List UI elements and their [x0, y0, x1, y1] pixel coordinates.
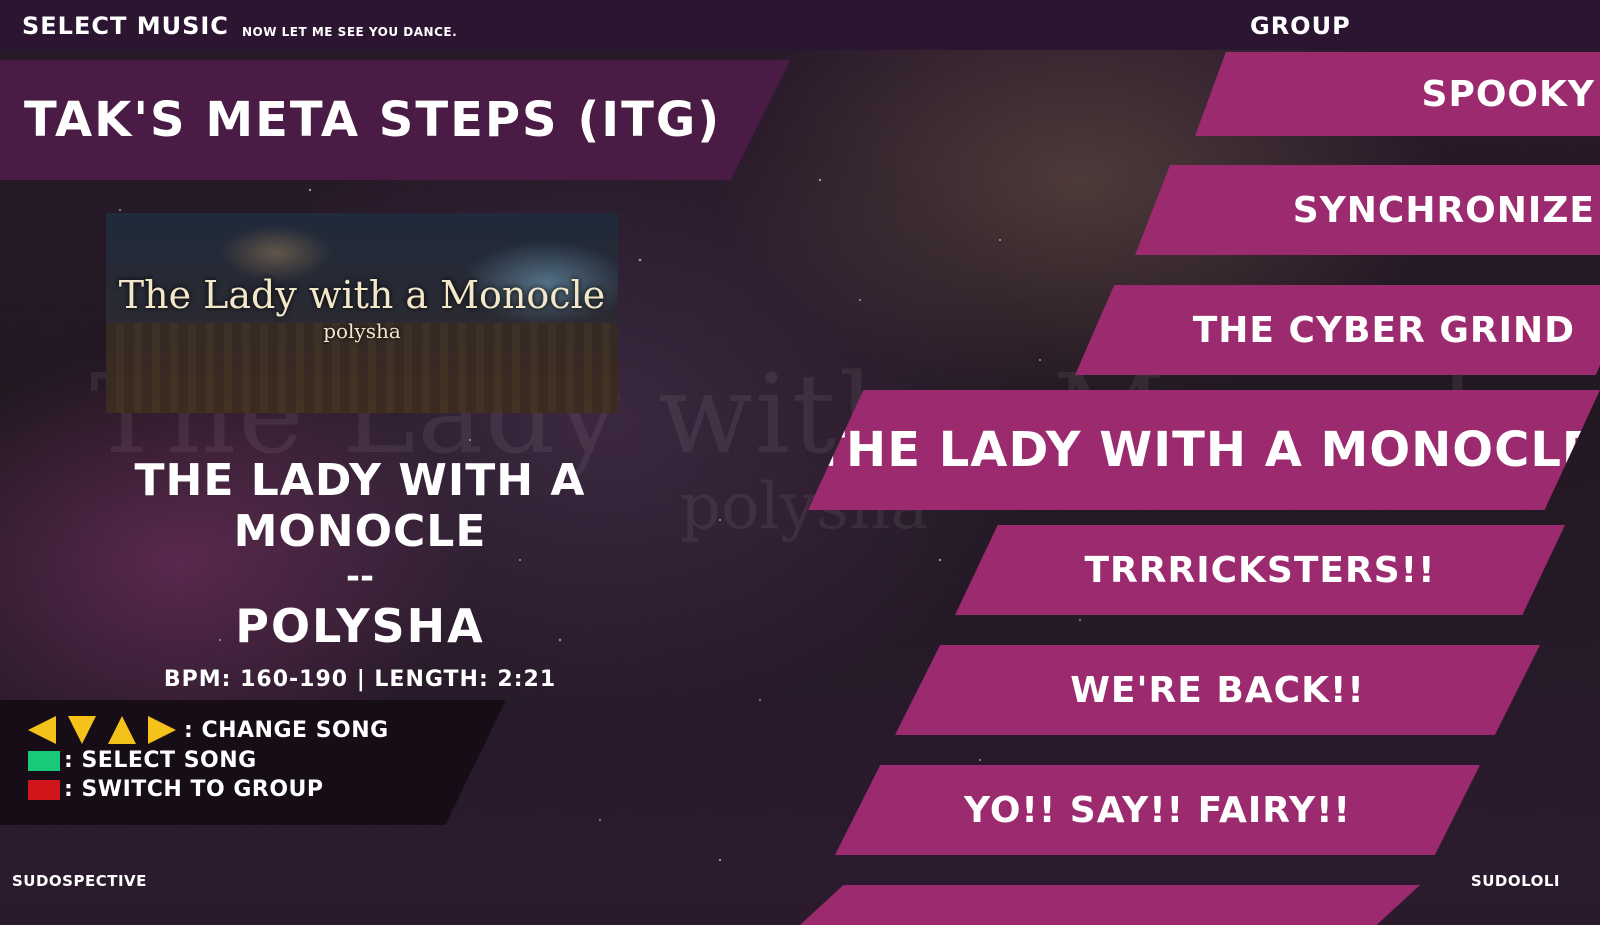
change-song-label: : CHANGE SONG: [184, 717, 389, 743]
song-wheel-item-label: WE'RE BACK!!: [1070, 669, 1365, 711]
song-wheel-item[interactable]: [800, 885, 1420, 925]
group-label: GROUP: [1250, 12, 1351, 40]
song-wheel-item-label: SYNCHRONIZE: [1292, 189, 1595, 231]
title-artist-separator: --: [345, 557, 375, 597]
song-wheel-item-label: SPOOKY: [1421, 73, 1595, 115]
song-title: THE LADY WITH A MONOCLE: [134, 455, 586, 557]
control-row-change-song: : CHANGE SONG: [28, 716, 389, 744]
current-group-name: TAK'S META STEPS (ITG): [24, 92, 722, 148]
screen-subtitle: NOW LET ME SEE YOU DANCE.: [242, 25, 458, 39]
song-banner-image: The Lady with a Monocle polysha: [106, 213, 618, 413]
current-group-banner: TAK'S META STEPS (ITG): [0, 60, 790, 180]
right-arrow-icon: [148, 716, 176, 744]
green-button-icon: [28, 750, 60, 771]
song-wheel-item-label: THE CYBER GRIND: [1192, 309, 1575, 351]
up-arrow-icon: [108, 716, 136, 744]
screen-title: SELECT MUSIC: [22, 12, 229, 40]
footer-credit-right: SUDOLOLI: [1470, 872, 1560, 890]
down-arrow-icon: [68, 716, 96, 744]
top-bar: SELECT MUSIC NOW LET ME SEE YOU DANCE. G…: [0, 0, 1600, 50]
select-song-label: : SELECT SONG: [64, 748, 257, 773]
banner-artist: polysha: [323, 319, 401, 343]
song-wheel-item-label: THE LADY WITH A MONOCLE: [812, 422, 1596, 478]
song-wheel-item-selected[interactable]: THE LADY WITH A MONOCLE: [808, 390, 1600, 510]
switch-group-label: : SWITCH TO GROUP: [64, 777, 324, 802]
controls-help-panel: : CHANGE SONG : SELECT SONG : SWITCH TO …: [0, 700, 506, 825]
control-row-switch-group: : SWITCH TO GROUP: [28, 777, 324, 802]
control-row-select-song: : SELECT SONG: [28, 748, 257, 773]
song-wheel-item[interactable]: SYNCHRONIZE: [1135, 165, 1600, 255]
song-wheel-item-label: TRRRICKSTERS!!: [1084, 549, 1436, 591]
song-meta: BPM: 160-190 | LENGTH: 2:21: [163, 667, 557, 692]
banner-title: The Lady with a Monocle: [118, 273, 606, 317]
song-wheel-item[interactable]: SPOOKY: [1195, 52, 1600, 136]
song-wheel-item[interactable]: YO!! SAY!! FAIRY!!: [835, 765, 1480, 855]
song-wheel-item[interactable]: WE'RE BACK!!: [895, 645, 1540, 735]
red-button-icon: [28, 779, 60, 800]
footer-credit-left: SUDOSPECTIVE: [12, 872, 147, 890]
song-artist: POLYSHA: [235, 599, 485, 653]
song-info-panel: THE LADY WITH A MONOCLE -- POLYSHA BPM: …: [0, 455, 720, 692]
left-arrow-icon: [28, 716, 56, 744]
song-wheel-item[interactable]: THE CYBER GRIND: [1075, 285, 1600, 375]
song-wheel-item[interactable]: TRRRICKSTERS!!: [955, 525, 1565, 615]
song-wheel-item-label: YO!! SAY!! FAIRY!!: [964, 789, 1351, 831]
